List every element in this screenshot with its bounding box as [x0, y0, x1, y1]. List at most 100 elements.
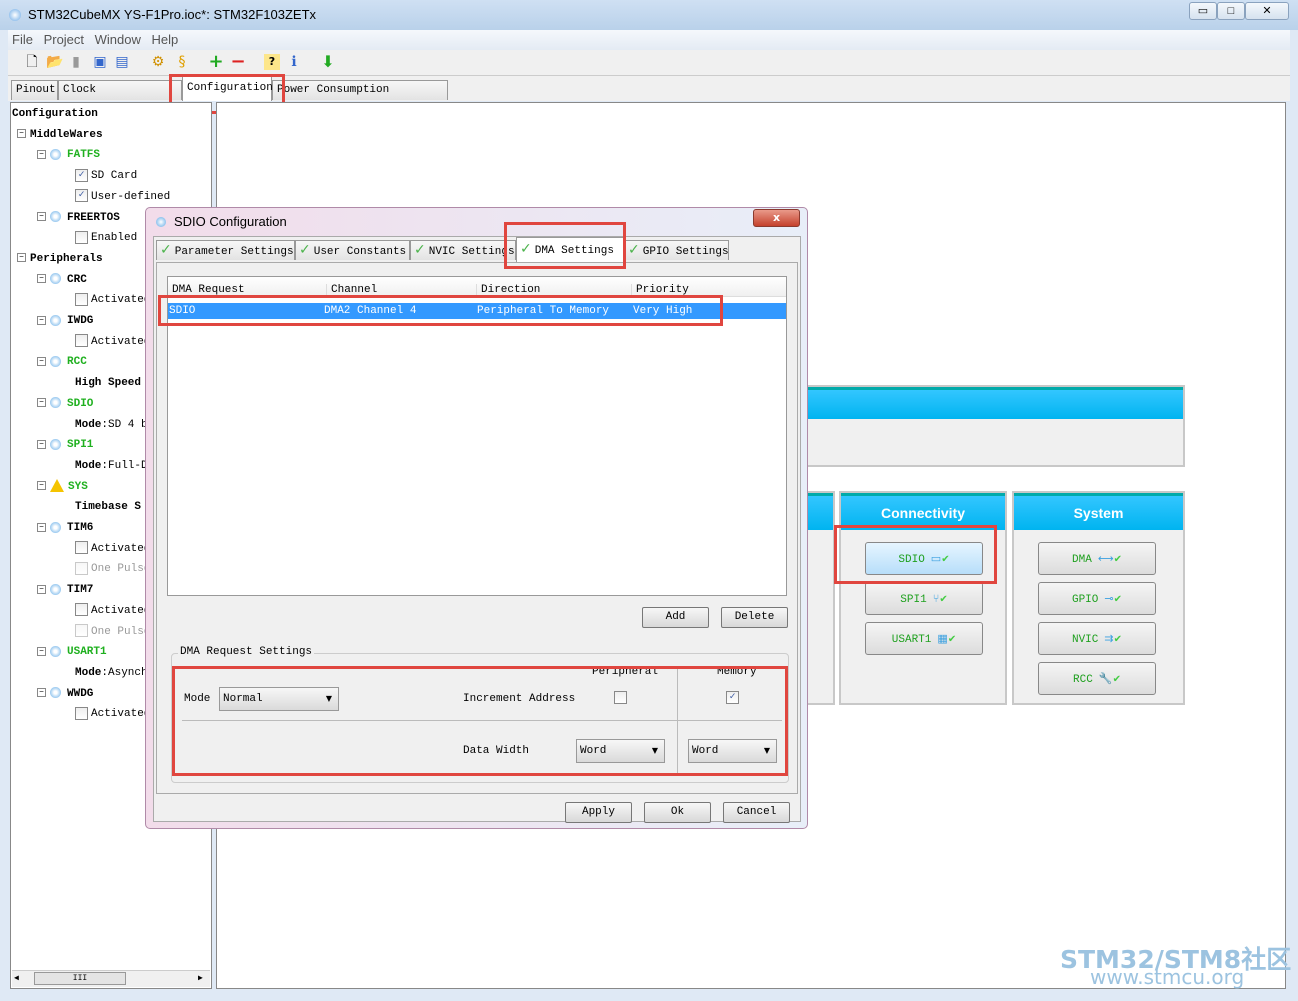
- open-icon[interactable]: 📂: [46, 54, 63, 70]
- script-icon[interactable]: §: [174, 54, 190, 70]
- tree-node-sdio[interactable]: − SDIO: [37, 394, 93, 414]
- tab-clock-configuration[interactable]: Clock Configuration: [58, 80, 182, 100]
- tree-checkbox-item[interactable]: Activated: [75, 539, 150, 559]
- tree-node-usart1[interactable]: − USART1: [37, 642, 107, 662]
- tree-checkbox-item[interactable]: Activated: [75, 704, 150, 724]
- tree-node-iwdg[interactable]: − IWDG: [37, 311, 93, 331]
- rcc-button[interactable]: RCC 🔧✔: [1038, 662, 1156, 695]
- tree-checkbox-item[interactable]: Activated: [75, 332, 150, 352]
- memory-data-width-select[interactable]: Word ▼: [688, 739, 777, 763]
- tab-power-consumption-calculator[interactable]: Power Consumption Calculator: [272, 80, 448, 100]
- zoom-in-icon[interactable]: +: [208, 53, 224, 71]
- info-icon[interactable]: ℹ: [286, 54, 302, 70]
- usart1-button[interactable]: USART1 ▦✔: [865, 622, 983, 655]
- maximize-button[interactable]: □: [1217, 2, 1245, 20]
- tab-pinout[interactable]: Pinout: [11, 80, 58, 100]
- checkbox[interactable]: [75, 603, 88, 617]
- collapse-icon[interactable]: −: [37, 398, 46, 408]
- help-icon[interactable]: ?: [264, 54, 280, 70]
- tree-checkbox-item[interactable]: ✓ User-defined: [75, 187, 170, 207]
- checkbox[interactable]: [75, 706, 88, 720]
- collapse-icon[interactable]: −: [37, 274, 46, 284]
- collapse-icon[interactable]: −: [37, 688, 46, 698]
- tree-checkbox-item[interactable]: ✓ SD Card: [75, 166, 137, 186]
- collapse-icon[interactable]: −: [37, 315, 46, 325]
- tree-checkbox-item[interactable]: One Pulse: [75, 622, 150, 642]
- menu-help[interactable]: Help: [152, 32, 179, 47]
- menu-project[interactable]: Project: [44, 32, 84, 47]
- sdio-button[interactable]: SDIO ▭✔: [865, 542, 983, 575]
- checkbox[interactable]: [75, 334, 88, 348]
- tab-parameter-settings[interactable]: ✓ Parameter Settings: [156, 240, 295, 260]
- tree-node-wwdg[interactable]: − WWDG: [37, 684, 93, 704]
- increment-peripheral-checkbox[interactable]: [614, 691, 627, 704]
- dma-button[interactable]: DMA ⟷✔: [1038, 542, 1156, 575]
- collapse-icon[interactable]: −: [37, 646, 46, 656]
- column-header-priority[interactable]: Priority: [631, 284, 689, 296]
- scroll-thumb[interactable]: III: [34, 972, 126, 985]
- tree-checkbox-item[interactable]: Activated: [75, 601, 150, 621]
- column-header-channel[interactable]: Channel: [326, 284, 377, 296]
- zoom-out-icon[interactable]: −: [230, 53, 246, 71]
- tree-node-tim7[interactable]: − TIM7: [37, 580, 93, 600]
- collapse-icon[interactable]: −: [37, 149, 46, 159]
- checkbox[interactable]: [75, 561, 88, 575]
- checkbox[interactable]: [75, 624, 88, 638]
- scroll-left-arrow[interactable]: ◀: [14, 973, 19, 983]
- collapse-icon[interactable]: −: [37, 522, 46, 532]
- download-icon[interactable]: ⬇: [320, 54, 336, 70]
- menu-file[interactable]: File: [12, 32, 33, 47]
- spi1-button[interactable]: SPI1 ⑂✔: [865, 582, 983, 615]
- apply-button[interactable]: Apply: [565, 802, 632, 823]
- collapse-icon[interactable]: −: [37, 356, 46, 366]
- checkbox[interactable]: [75, 541, 88, 555]
- table-row[interactable]: SDIO DMA2 Channel 4 Peripheral To Memory…: [168, 303, 786, 319]
- checkbox[interactable]: [75, 230, 88, 244]
- scroll-right-arrow[interactable]: ▶: [198, 973, 203, 983]
- column-header-direction[interactable]: Direction: [476, 284, 540, 296]
- tab-configuration[interactable]: Configuration: [182, 76, 273, 101]
- tree-group[interactable]: − MiddleWares: [17, 125, 103, 145]
- tree-node-fatfs[interactable]: − FATFS: [37, 145, 100, 165]
- gpio-button[interactable]: GPIO ⊸✔: [1038, 582, 1156, 615]
- tab-dma-settings[interactable]: ✓ DMA Settings: [516, 237, 624, 262]
- tree-node-sys[interactable]: − SYS: [37, 477, 88, 497]
- tree-checkbox-item[interactable]: One Pulse: [75, 559, 150, 579]
- tree-node-spi1[interactable]: − SPI1: [37, 435, 93, 455]
- cancel-button[interactable]: Cancel: [723, 802, 790, 823]
- tree-root[interactable]: Configuration: [12, 104, 98, 124]
- collapse-icon[interactable]: −: [37, 481, 46, 491]
- tab-gpio-settings[interactable]: ✓ GPIO Settings: [624, 240, 729, 260]
- ok-button[interactable]: Ok: [644, 802, 711, 823]
- tree-node-rcc[interactable]: − RCC: [37, 352, 87, 372]
- tab-nvic-settings[interactable]: ✓ NVIC Settings: [410, 240, 516, 260]
- collapse-icon[interactable]: −: [17, 129, 26, 139]
- tab-user-constants[interactable]: ✓ User Constants: [295, 240, 410, 260]
- tree-checkbox-item[interactable]: Activated: [75, 290, 150, 310]
- column-header-dma-request[interactable]: DMA Request: [172, 284, 245, 296]
- tree-horizontal-scrollbar[interactable]: ◀ III ▶: [12, 970, 210, 987]
- peripheral-data-width-select[interactable]: Word ▼: [576, 739, 665, 763]
- checkbox[interactable]: ✓: [75, 168, 88, 182]
- tree-checkbox-item[interactable]: Enabled: [75, 228, 137, 248]
- collapse-icon[interactable]: −: [37, 439, 46, 449]
- save-as-icon[interactable]: ▤: [114, 54, 130, 70]
- collapse-icon[interactable]: −: [37, 212, 46, 222]
- generate-icon[interactable]: ⚙: [150, 54, 166, 70]
- tree-node-crc[interactable]: − CRC: [37, 270, 87, 290]
- new-project-icon[interactable]: 🗋: [24, 54, 40, 70]
- delete-button[interactable]: Delete: [721, 607, 788, 628]
- dialog-close-button[interactable]: x: [753, 209, 800, 227]
- checkbox[interactable]: ✓: [75, 189, 88, 203]
- close-window-button[interactable]: ✕: [1245, 2, 1289, 20]
- minimize-button[interactable]: ▭: [1189, 2, 1217, 20]
- tree-node-freertos[interactable]: − FREERTOS: [37, 208, 120, 228]
- collapse-icon[interactable]: −: [37, 584, 46, 594]
- checkbox[interactable]: [75, 292, 88, 306]
- nvic-button[interactable]: NVIC ⇉✔: [1038, 622, 1156, 655]
- menu-window[interactable]: Window: [95, 32, 141, 47]
- tree-group[interactable]: − Peripherals: [17, 249, 103, 269]
- save-icon[interactable]: ▣: [92, 54, 108, 70]
- increment-memory-checkbox[interactable]: ✓: [726, 691, 739, 704]
- tree-node-tim6[interactable]: − TIM6: [37, 518, 93, 538]
